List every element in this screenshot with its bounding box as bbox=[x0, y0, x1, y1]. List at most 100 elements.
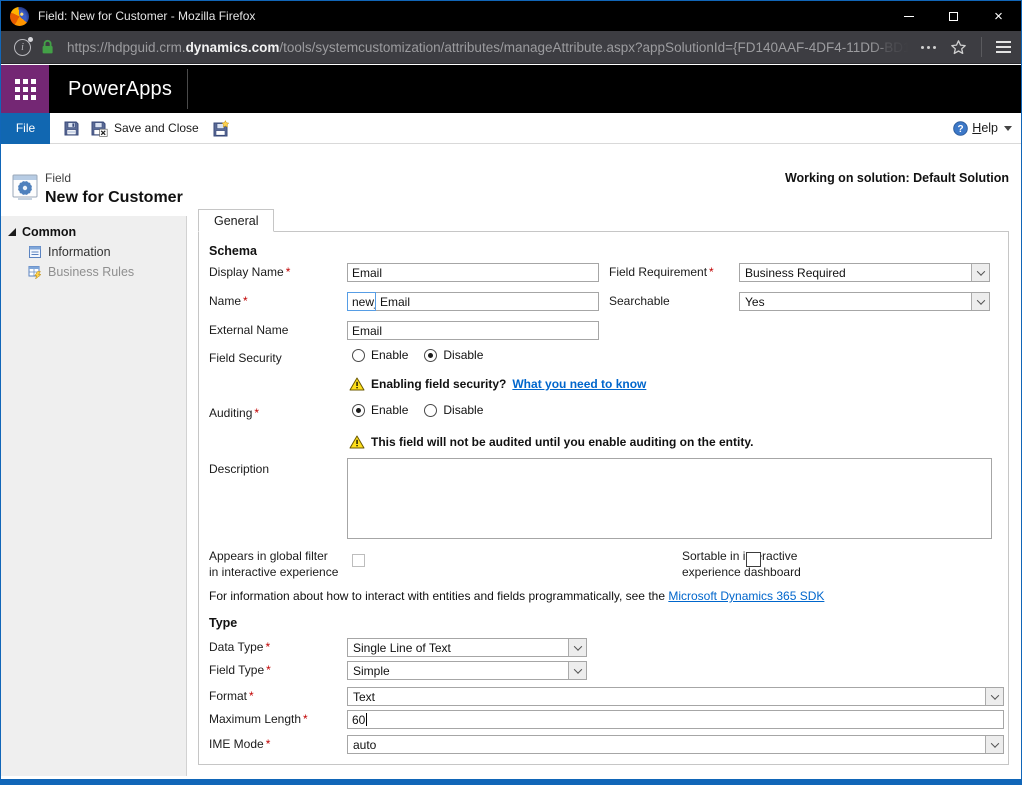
sortable-checkbox[interactable] bbox=[746, 552, 761, 567]
minimize-icon bbox=[904, 16, 914, 17]
close-button[interactable]: × bbox=[976, 1, 1021, 31]
ime-mode-select[interactable]: auto bbox=[347, 735, 1004, 754]
firefox-window: Field: New for Customer - Mozilla Firefo… bbox=[0, 0, 1022, 785]
padlock-icon[interactable] bbox=[40, 39, 55, 55]
auditing-enable-radio[interactable] bbox=[352, 404, 365, 417]
page-title: New for Customer bbox=[45, 189, 183, 207]
ribbon-toolbar: File Save and Close bbox=[1, 113, 1021, 144]
url-input[interactable]: https://hdpguid.crm.dynamics.com/tools/s… bbox=[67, 40, 915, 55]
description-textarea[interactable] bbox=[347, 458, 992, 539]
field-security-enable-radio[interactable] bbox=[352, 349, 365, 362]
window-title: Field: New for Customer - Mozilla Firefo… bbox=[38, 9, 255, 23]
chevron-down-icon bbox=[1004, 126, 1012, 131]
help-icon: ? bbox=[953, 121, 968, 136]
minimize-button[interactable] bbox=[886, 1, 931, 31]
text-cursor bbox=[366, 713, 367, 726]
bookmark-star-icon[interactable] bbox=[950, 39, 967, 56]
display-name-input[interactable]: Email bbox=[347, 263, 599, 282]
chevron-down-icon[interactable] bbox=[971, 293, 989, 310]
name-input[interactable]: Email bbox=[375, 292, 599, 311]
save-and-close-icon bbox=[90, 120, 108, 137]
chevron-down-icon[interactable] bbox=[568, 662, 586, 679]
svg-text:?: ? bbox=[958, 124, 964, 135]
sidebar-item-information[interactable]: Information bbox=[1, 242, 186, 262]
save-and-close-label: Save and Close bbox=[114, 121, 199, 135]
data-type-select[interactable]: Single Line of Text bbox=[347, 638, 587, 657]
maximize-icon bbox=[949, 12, 958, 21]
waffle-menu-button[interactable] bbox=[1, 65, 49, 113]
ime-mode-label: IME Mode* bbox=[209, 737, 270, 751]
maximum-length-input[interactable]: 60 bbox=[347, 710, 1004, 729]
field-type-label: Field Type* bbox=[209, 663, 271, 677]
sdk-note: For information about how to interact wi… bbox=[209, 589, 824, 603]
name-prefix-input[interactable]: new_ bbox=[347, 292, 376, 311]
url-domain: dynamics.com bbox=[186, 40, 280, 55]
tree-expander-icon[interactable] bbox=[8, 228, 16, 236]
description-label: Description bbox=[209, 462, 269, 476]
url-fade bbox=[869, 40, 915, 55]
title-bar: Field: New for Customer - Mozilla Firefo… bbox=[1, 1, 1021, 31]
save-and-new-button[interactable] bbox=[212, 120, 230, 137]
tab-general[interactable]: General bbox=[198, 209, 274, 232]
menu-icon[interactable] bbox=[996, 41, 1011, 53]
powerapps-brand: PowerApps bbox=[68, 78, 172, 101]
auditing-disable-radio[interactable] bbox=[424, 404, 437, 417]
format-select[interactable]: Text bbox=[347, 687, 1004, 706]
business-rules-icon bbox=[28, 265, 42, 279]
save-and-new-icon bbox=[212, 120, 230, 137]
chevron-down-icon[interactable] bbox=[985, 688, 1003, 705]
sidebar-group-label: Common bbox=[22, 225, 76, 239]
external-name-input[interactable]: Email bbox=[347, 321, 599, 340]
general-tab-panel: Schema Display Name* Email Field Require… bbox=[198, 231, 1009, 765]
help-menu[interactable]: ? Help bbox=[953, 121, 1012, 136]
page-header: Field New for Customer Working on soluti… bbox=[1, 145, 1021, 216]
data-type-label: Data Type* bbox=[209, 640, 270, 654]
field-security-label: Field Security bbox=[209, 351, 282, 365]
field-security-radio-group: Enable Disable bbox=[352, 348, 483, 362]
save-and-close-button[interactable]: Save and Close bbox=[90, 120, 199, 137]
sidebar-item-label: Business Rules bbox=[48, 265, 134, 279]
type-section-heading: Type bbox=[209, 616, 237, 630]
chevron-down-icon[interactable] bbox=[985, 736, 1003, 753]
sidebar-item-business-rules[interactable]: Business Rules bbox=[1, 262, 186, 282]
app-header: PowerApps bbox=[1, 65, 1021, 113]
url-path: /tools/systemcustomization/attributes/ma… bbox=[279, 40, 884, 55]
save-button[interactable] bbox=[63, 120, 80, 137]
field-type-select[interactable]: Simple bbox=[347, 661, 587, 680]
sdk-link[interactable]: Microsoft Dynamics 365 SDK bbox=[668, 589, 824, 603]
help-label: Help bbox=[972, 121, 998, 135]
chevron-down-icon[interactable] bbox=[568, 639, 586, 656]
navigation-sidebar: Common Information Business Rules bbox=[1, 216, 187, 776]
global-filter-checkbox[interactable] bbox=[352, 554, 365, 567]
record-type-label: Field bbox=[45, 171, 71, 185]
sidebar-group-common[interactable]: Common bbox=[1, 222, 186, 242]
warning-icon bbox=[349, 377, 365, 391]
sidebar-item-label: Information bbox=[48, 245, 111, 259]
field-requirement-select[interactable]: Business Required bbox=[739, 263, 990, 282]
app-header-separator bbox=[187, 69, 188, 109]
auditing-warning: This field will not be audited until you… bbox=[349, 435, 753, 449]
toolbar-separator bbox=[981, 37, 982, 57]
field-security-disable-radio[interactable] bbox=[424, 349, 437, 362]
format-label: Format* bbox=[209, 689, 254, 703]
schema-section-heading: Schema bbox=[209, 244, 257, 258]
field-security-warning: Enabling field security? What you need t… bbox=[349, 377, 646, 391]
global-filter-label: Appears in global filterin interactive e… bbox=[209, 548, 349, 580]
waffle-icon bbox=[15, 79, 36, 100]
field-entity-icon bbox=[10, 171, 40, 203]
chevron-down-icon[interactable] bbox=[971, 264, 989, 281]
firefox-icon bbox=[10, 7, 29, 26]
searchable-select[interactable]: Yes bbox=[739, 292, 990, 311]
warning-icon bbox=[349, 435, 365, 449]
field-security-learn-link[interactable]: What you need to know bbox=[512, 377, 646, 391]
save-icon bbox=[63, 120, 80, 137]
close-icon: × bbox=[994, 9, 1003, 24]
maximize-button[interactable] bbox=[931, 1, 976, 31]
main-content: General Schema Display Name* Email Field… bbox=[198, 209, 1009, 765]
page-info-icon[interactable]: i bbox=[14, 39, 31, 56]
page-actions-icon[interactable] bbox=[921, 46, 936, 49]
auditing-radio-group: Enable Disable bbox=[352, 403, 483, 417]
address-bar[interactable]: i https://hdpguid.crm.dynamics.com/tools… bbox=[1, 31, 1021, 64]
url-prefix: https://hdpguid.crm. bbox=[67, 40, 186, 55]
file-tab[interactable]: File bbox=[1, 113, 50, 144]
